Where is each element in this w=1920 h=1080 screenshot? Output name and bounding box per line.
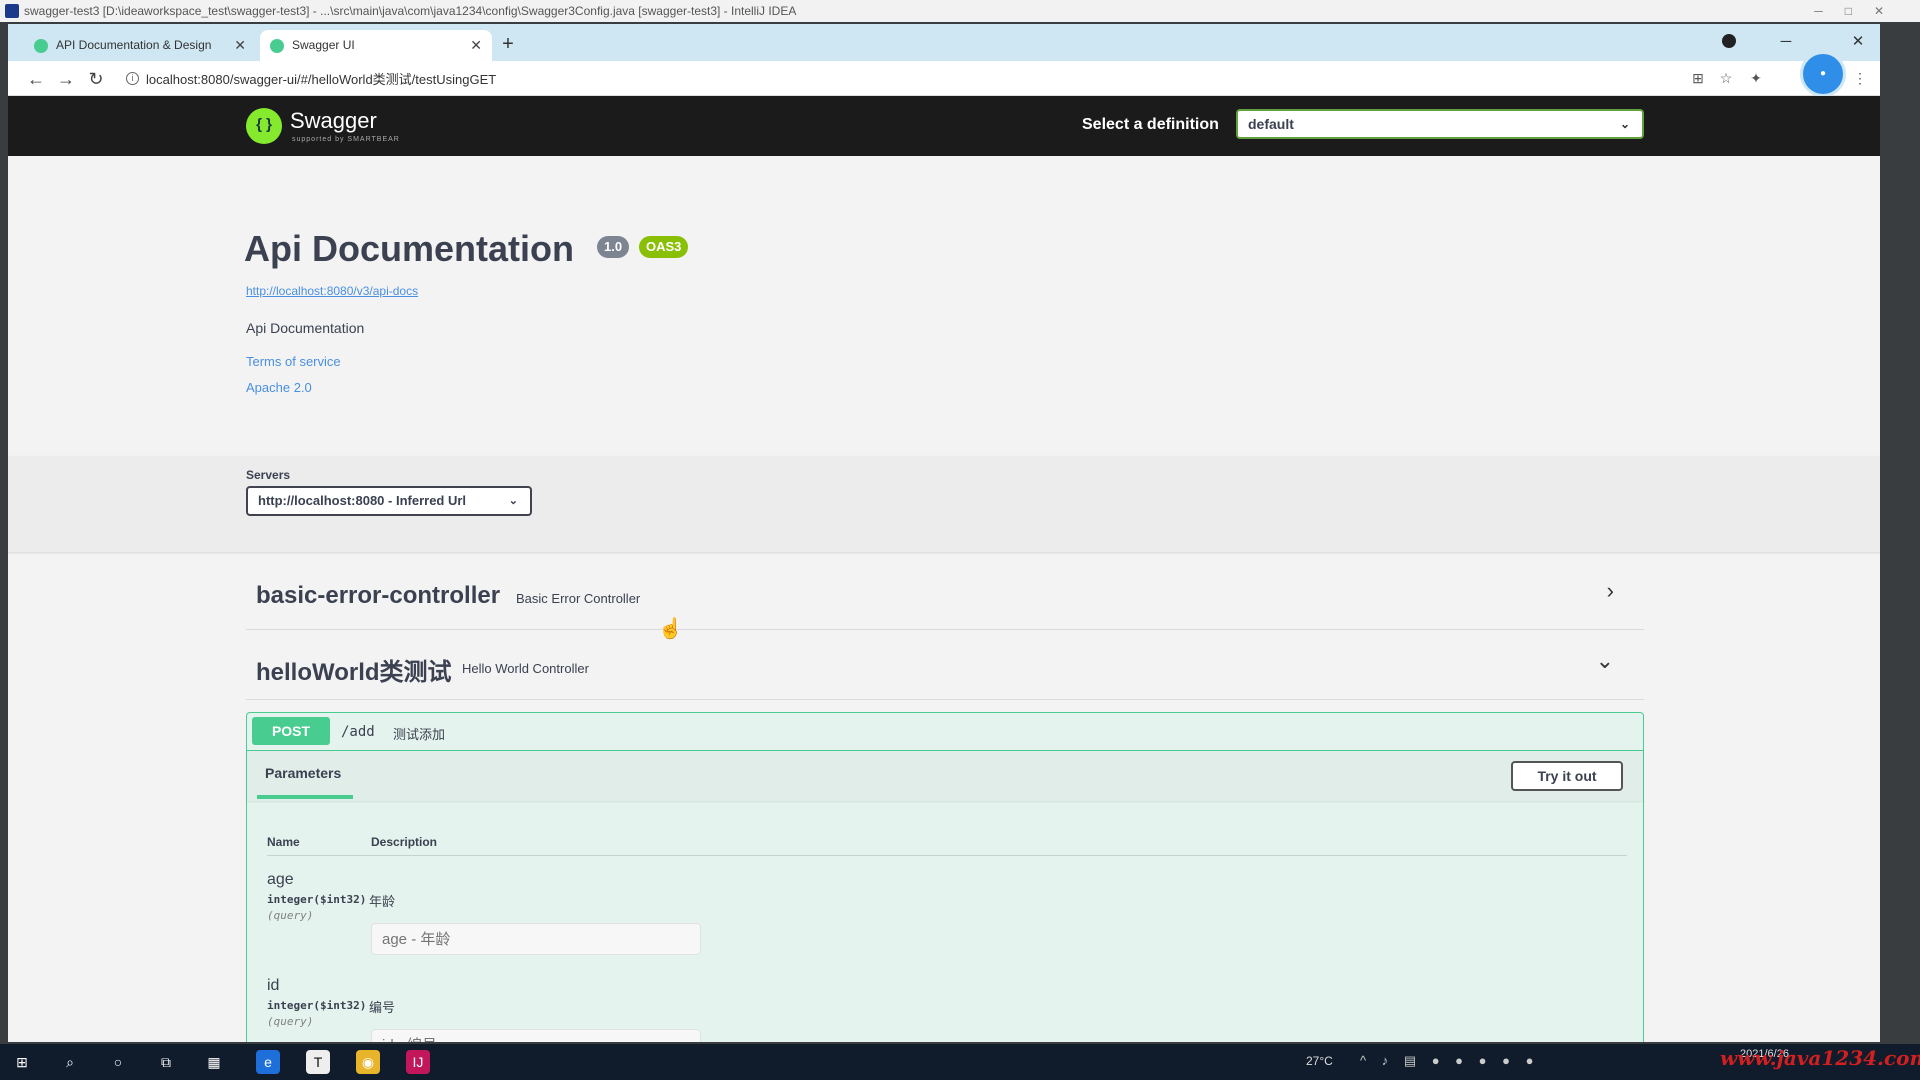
tag-name: basic-error-controller [256,582,501,609]
forward-icon[interactable]: → [54,67,78,91]
typora-icon[interactable]: T [306,1050,330,1074]
param-name: id [267,977,280,994]
windows-start-icon[interactable]: ⊞ [10,1050,34,1074]
param-description: 编号 [369,1000,396,1015]
parameters-header: Parameters Try it out [247,751,1643,801]
chevron-down-icon: ⌄ [1619,117,1630,131]
oas-badge: OAS3 [639,236,689,258]
info-icon[interactable]: i [126,72,139,85]
column-header-name: Name [267,835,300,849]
method-badge: POST [252,717,330,745]
address-bar[interactable]: localhost:8080/swagger-ui/#/helloWorld类测… [146,69,496,88]
tab-strip: API Documentation & Design ✕ Swagger UI … [8,24,1880,61]
tab-label: Swagger UI [292,38,355,52]
param-type: integer($int32) [267,999,367,1012]
definition-value: default [1248,116,1294,132]
translate-icon[interactable]: ⊞ [1688,68,1708,88]
servers-value: http://localhost:8080 - Inferred Url [258,493,467,508]
edge-icon[interactable]: e [256,1050,280,1074]
tag-description: Basic Error Controller [516,591,641,606]
swagger-brand-sub: supported by SMARTBEAR [292,136,400,143]
param-location: (query) [267,1015,314,1028]
cortana-icon[interactable]: ○ [106,1050,130,1074]
ide-title-text: swagger-test3 [D:\ideaworkspace_test\swa… [24,4,797,18]
tag-helloworld[interactable]: helloWorld类测试 Hello World Controller ⌄ [246,630,1644,700]
chevron-down-icon: ⌄ [508,495,518,507]
servers-label: Servers [246,468,291,482]
servers-select[interactable]: http://localhost:8080 - Inferred Url ⌄ [246,486,532,516]
tab-parameters[interactable]: Parameters [265,765,341,781]
bookmark-star-icon[interactable]: ☆ [1716,68,1736,88]
weather-text[interactable]: 27°C [1306,1054,1333,1068]
profile-indicator-icon[interactable] [1722,34,1736,48]
license-link[interactable]: Apache 2.0 [246,380,312,395]
store-icon[interactable]: ▦ [202,1050,226,1074]
new-tab-button[interactable]: + [496,32,520,56]
operation-summary[interactable]: POST /add 测试添加 [247,713,1643,751]
menu-icon[interactable]: ⋮ [1850,68,1870,88]
tab-underline [257,795,353,799]
id-input[interactable] [371,1029,701,1042]
tag-description: Hello World Controller [462,661,589,676]
swagger-favicon-icon [270,39,284,53]
chrome-icon[interactable]: ◉ [356,1050,380,1074]
tag-name: helloWorld类测试 [256,659,452,686]
param-location: (query) [267,909,314,922]
param-type: integer($int32) [267,893,367,906]
servers-section: Servers http://localhost:8080 - Inferred… [8,456,1880,552]
api-description: Api Documentation [246,320,365,336]
close-window-icon[interactable]: ✕ [1846,32,1870,52]
operation-path: /add [341,724,375,740]
api-docs-link[interactable]: http://localhost:8080/v3/api-docs [246,284,418,298]
intellij-icon[interactable]: IJ [406,1050,430,1074]
operation-description: 测试添加 [393,727,446,742]
param-description: 年龄 [369,894,396,909]
minimize-icon[interactable]: ─ [1774,32,1798,52]
task-view-icon[interactable]: ⧉ [154,1050,178,1074]
swagger-topbar: Swagger supported by SMARTBEAR Select a … [8,96,1880,156]
age-input[interactable] [371,923,701,955]
ide-title-bar: swagger-test3 [D:\ideaworkspace_test\swa… [0,0,1920,22]
column-header-description: Description [371,835,438,849]
watermark: www.java1234.com [1720,1046,1920,1070]
try-it-out-button[interactable]: Try it out [1511,761,1623,791]
browser-window: API Documentation & Design ✕ Swagger UI … [8,24,1880,1042]
browser-toolbar: ← → ↻ i localhost:8080/swagger-ui/#/hell… [8,51,1880,97]
page-title: Api Documentation [244,228,574,269]
close-icon[interactable]: ✕ [234,30,246,61]
divider [267,855,1627,856]
version-badge: 1.0 [597,236,630,258]
tag-basic-error-controller[interactable]: basic-error-controller Basic Error Contr… [246,560,1644,630]
swagger-content: Api Documentation 1.0 OAS3 http://localh… [8,156,1880,1042]
definition-select[interactable]: default ⌄ [1236,109,1644,139]
operation-post-add: POST /add 测试添加 Parameters Try it out Nam… [246,712,1644,1042]
swagger-logo-icon [246,108,282,144]
close-icon[interactable]: ✕ [470,30,482,61]
swagger-brand: Swagger [290,108,377,133]
avatar[interactable]: ● [1800,51,1846,97]
extensions-icon[interactable]: ✦ [1746,68,1766,88]
tray-icons[interactable]: ^ ♪ ▤ ● ● ● ● ● [1360,1053,1539,1069]
param-name: age [267,871,294,888]
terms-of-service-link[interactable]: Terms of service [246,354,341,369]
tab-label: API Documentation & Design [56,38,212,52]
swagger-favicon-icon [34,39,48,53]
tab-api-documentation[interactable]: API Documentation & Design ✕ [24,30,256,61]
chevron-down-icon[interactable]: ⌄ [1596,648,1614,674]
reload-icon[interactable]: ↻ [84,67,108,91]
ide-window-controls[interactable]: ─□✕ [1814,0,1906,22]
definition-label: Select a definition [1082,116,1219,133]
taskbar: ⊞ ⌕ ○ ⧉ ▦ e T ◉ IJ 27°C ^ ♪ ▤ ● ● ● ● ● … [0,1044,1920,1080]
chevron-right-icon[interactable]: › [1607,578,1614,604]
back-icon[interactable]: ← [24,67,48,91]
intellij-logo-icon [5,4,19,18]
search-icon[interactable]: ⌕ [58,1050,82,1074]
tab-swagger-ui[interactable]: Swagger UI ✕ [260,30,492,61]
